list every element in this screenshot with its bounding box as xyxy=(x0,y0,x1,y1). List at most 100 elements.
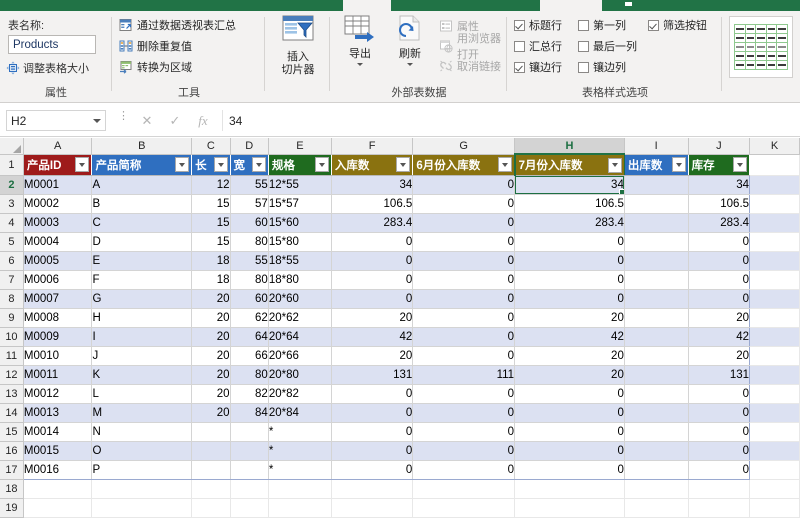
cell-G6[interactable]: 0 xyxy=(412,251,516,271)
cell-F17[interactable]: 0 xyxy=(331,460,414,480)
cell-K6[interactable] xyxy=(749,251,800,271)
cell-G4[interactable]: 0 xyxy=(412,213,516,233)
cell-H13[interactable]: 0 xyxy=(514,384,625,404)
cell-K13[interactable] xyxy=(749,384,800,404)
cell-K16[interactable] xyxy=(749,441,800,461)
cell-G13[interactable]: 0 xyxy=(412,384,516,404)
cell-B11[interactable]: J xyxy=(91,346,193,366)
cell-H18[interactable] xyxy=(514,479,625,499)
filter-dropdown-icon[interactable] xyxy=(175,157,190,173)
cell-G18[interactable] xyxy=(412,479,516,499)
checkbox-banded-columns[interactable]: 镶边列 xyxy=(578,59,626,75)
cell-C6[interactable]: 18 xyxy=(191,251,231,271)
cell-G8[interactable]: 0 xyxy=(412,289,516,309)
table-row[interactable]: 9 M0008 H 20 62 20*62 20 0 20 20 xyxy=(0,308,800,328)
checkbox-header-row[interactable]: 标题行 xyxy=(514,17,562,33)
cell-B8[interactable]: G xyxy=(91,289,193,309)
column-header-J[interactable]: J xyxy=(688,138,751,155)
cell-I13[interactable] xyxy=(623,384,689,404)
cell-I17[interactable] xyxy=(623,460,689,480)
cell-C10[interactable]: 20 xyxy=(191,327,231,347)
table-header-cell-outbound[interactable]: 出库数 xyxy=(624,154,689,176)
table-header-cell-inbound[interactable]: 入库数 xyxy=(331,154,414,176)
cell-C18[interactable] xyxy=(191,479,231,499)
cell-F18[interactable] xyxy=(331,479,414,499)
cell-C11[interactable]: 20 xyxy=(191,346,231,366)
cell-G15[interactable]: 0 xyxy=(412,422,516,442)
cell-H17[interactable]: 0 xyxy=(514,460,625,480)
empty-row[interactable]: 19 xyxy=(0,498,800,518)
table-header-cell-stock[interactable]: 库存 xyxy=(688,154,751,176)
export-dropdown-caret[interactable] xyxy=(357,63,363,66)
cell-I8[interactable] xyxy=(623,289,689,309)
table-row[interactable]: 6 M0005 E 18 55 18*55 0 0 0 0 xyxy=(0,251,800,271)
cell-A14[interactable]: M0013 xyxy=(22,403,93,423)
cell-E7[interactable]: 18*80 xyxy=(268,270,332,290)
cell-F11[interactable]: 20 xyxy=(331,346,414,366)
cell-J12[interactable]: 131 xyxy=(688,365,751,385)
cell-K14[interactable] xyxy=(749,403,800,423)
cell-I18[interactable] xyxy=(624,479,689,499)
cell-J5[interactable]: 0 xyxy=(688,232,751,252)
cell-F3[interactable]: 106.5 xyxy=(331,194,414,214)
cell-A8[interactable]: M0007 xyxy=(22,289,93,309)
checkbox-total-row[interactable]: 汇总行 xyxy=(514,38,562,54)
cell-E19[interactable] xyxy=(268,498,332,518)
checkbox-filter-button[interactable]: 筛选按钮 xyxy=(648,17,707,33)
cell-G7[interactable]: 0 xyxy=(412,270,516,290)
cell-B9[interactable]: H xyxy=(91,308,193,328)
cell-G12[interactable]: 111 xyxy=(412,365,516,385)
cell-I5[interactable] xyxy=(623,232,689,252)
cell-B14[interactable]: M xyxy=(91,403,193,423)
cell-D19[interactable] xyxy=(230,498,269,518)
filter-dropdown-icon[interactable] xyxy=(251,157,266,173)
row-header-19[interactable]: 19 xyxy=(0,498,24,518)
cell-H19[interactable] xyxy=(514,498,625,518)
row-header-9[interactable]: 9 xyxy=(0,308,24,328)
table-row[interactable]: 12 M0011 K 20 80 20*80 131 111 20 131 xyxy=(0,365,800,385)
cell-A3[interactable]: M0002 xyxy=(22,194,93,214)
table-row[interactable]: 5 M0004 D 15 80 15*80 0 0 0 0 xyxy=(0,232,800,252)
cell-D5[interactable]: 80 xyxy=(230,232,269,252)
cell-J15[interactable]: 0 xyxy=(688,422,751,442)
cell-K5[interactable] xyxy=(749,232,800,252)
cell-E18[interactable] xyxy=(268,479,332,499)
cell-E13[interactable]: 20*82 xyxy=(268,384,332,404)
cell-F16[interactable]: 0 xyxy=(331,441,414,461)
cell-G2[interactable]: 0 xyxy=(412,175,516,195)
cell-F14[interactable]: 0 xyxy=(331,403,414,423)
cell-D6[interactable]: 55 xyxy=(230,251,269,271)
cell-G10[interactable]: 0 xyxy=(412,327,516,347)
cell-E10[interactable]: 20*64 xyxy=(268,327,332,347)
cell-E14[interactable]: 20*84 xyxy=(268,403,332,423)
cell-J9[interactable]: 20 xyxy=(688,308,751,328)
table-header-cell-product-id[interactable]: 产品ID xyxy=(23,154,93,176)
cell-A4[interactable]: M0003 xyxy=(22,213,93,233)
table-header-cell-product-name[interactable]: 产品简称 xyxy=(91,154,193,176)
cell-A9[interactable]: M0008 xyxy=(22,308,93,328)
cell-D17[interactable] xyxy=(230,460,269,480)
cell-K4[interactable] xyxy=(749,213,800,233)
cell-B4[interactable]: C xyxy=(91,213,193,233)
cell-E12[interactable]: 20*80 xyxy=(268,365,332,385)
cell-B13[interactable]: L xyxy=(91,384,193,404)
cell-F6[interactable]: 0 xyxy=(331,251,414,271)
checkbox-banded-rows[interactable]: 镶边行 xyxy=(514,59,562,75)
table-header-cell-width[interactable]: 宽 xyxy=(230,154,269,176)
table-row[interactable]: 3 M0002 B 15 57 15*57 106.5 0 106.5 106.5 xyxy=(0,194,800,214)
ribbon-tab-gap-2[interactable] xyxy=(540,0,602,11)
checkbox-filter-button-box[interactable] xyxy=(648,19,659,31)
cell-H3[interactable]: 106.5 xyxy=(514,194,625,214)
row-header-5[interactable]: 5 xyxy=(0,232,24,252)
row-header-15[interactable]: 15 xyxy=(0,422,24,442)
cell-E5[interactable]: 15*80 xyxy=(268,232,332,252)
cell-C15[interactable] xyxy=(191,422,231,442)
cell-F4[interactable]: 283.4 xyxy=(331,213,414,233)
cell-K3[interactable] xyxy=(749,194,800,214)
table-header-cell-june-inbound[interactable]: 6月份入库数 xyxy=(412,154,516,176)
formula-bar-handle[interactable]: ⋮ xyxy=(118,111,129,127)
cell-D7[interactable]: 80 xyxy=(230,270,269,290)
row-header-14[interactable]: 14 xyxy=(0,403,24,423)
cell-D8[interactable]: 60 xyxy=(230,289,269,309)
cell-J18[interactable] xyxy=(688,479,751,499)
